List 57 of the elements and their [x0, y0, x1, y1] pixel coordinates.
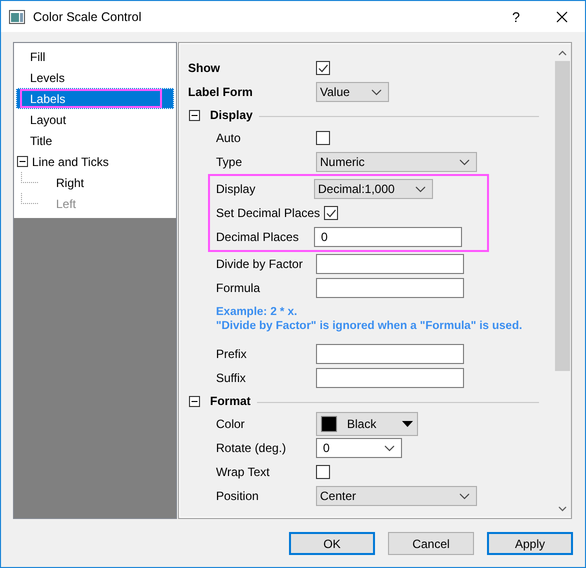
hint-text: Example: 2 * x. "Divide by Factor" is ignored when a "Formula" is used.	[215, 305, 524, 334]
dialog-button[interactable]: OK	[289, 532, 375, 555]
color-dropdown[interactable]: Black	[316, 412, 418, 436]
field-label: Set Decimal Places	[216, 206, 322, 220]
chevron-down-icon	[384, 444, 395, 452]
dropdown[interactable]: Value	[316, 82, 389, 102]
chevron-down-icon	[371, 88, 382, 96]
scroll-up-icon[interactable]	[558, 50, 567, 56]
checkbox[interactable]	[316, 465, 330, 479]
dropdown-arrow-icon	[402, 421, 413, 427]
tree-item[interactable]: Levels	[16, 67, 174, 88]
field-label: Color	[216, 417, 246, 431]
chevron-down-icon	[459, 158, 470, 166]
checkbox[interactable]	[324, 206, 338, 220]
checkbox[interactable]	[316, 61, 330, 75]
input-field[interactable]	[316, 368, 464, 388]
tree-item[interactable]: Title	[16, 130, 174, 151]
field-label: Prefix	[216, 347, 248, 361]
dropdown[interactable]: Decimal:1,000	[314, 179, 433, 199]
dropdown[interactable]: Center	[316, 486, 477, 506]
input-field[interactable]: 0	[314, 227, 462, 247]
chevron-down-icon	[459, 492, 470, 500]
input-field[interactable]	[316, 344, 464, 364]
tree-item[interactable]: Layout	[16, 109, 174, 130]
scroll-down-icon[interactable]	[558, 506, 567, 512]
tree-item[interactable]: Fill	[16, 46, 174, 67]
checkbox[interactable]	[316, 131, 330, 145]
input-field[interactable]	[316, 278, 464, 298]
dropdown[interactable]: Numeric	[316, 152, 477, 172]
chevron-down-icon	[414, 186, 426, 192]
help-button[interactable]: ?	[493, 8, 539, 24]
collapse-icon[interactable]	[189, 110, 200, 120]
tree-item[interactable]: Line and Ticks	[16, 151, 174, 172]
combo-field[interactable]: 0	[316, 438, 402, 458]
field-label: Show	[188, 61, 221, 75]
dialog-button[interactable]: Apply	[487, 532, 573, 555]
field-label: Display	[216, 182, 256, 196]
app-icon	[9, 10, 25, 24]
field-label: Decimal Places	[216, 230, 300, 244]
field-label: Auto	[216, 131, 242, 145]
section-title: Display	[210, 108, 253, 122]
tree-item[interactable]: Labels	[16, 88, 174, 109]
section-title: Format	[210, 394, 251, 408]
collapse-icon[interactable]	[17, 156, 28, 167]
field-label: Suffix	[216, 371, 247, 385]
field-label: Rotate (deg.)	[216, 441, 288, 455]
field-label: Position	[216, 489, 260, 503]
tree-item[interactable]: Right	[16, 172, 174, 193]
field-label: Type	[216, 155, 244, 169]
window-title: Color Scale Control	[33, 10, 142, 24]
field-label: Formula	[216, 281, 262, 295]
field-label: Label Form	[188, 85, 254, 99]
field-label: Wrap Text	[216, 465, 271, 479]
collapse-icon[interactable]	[189, 396, 200, 406]
dialog-button[interactable]: Cancel	[388, 532, 474, 555]
input-field[interactable]	[316, 254, 464, 274]
field-label: Divide by Factor	[216, 257, 304, 271]
